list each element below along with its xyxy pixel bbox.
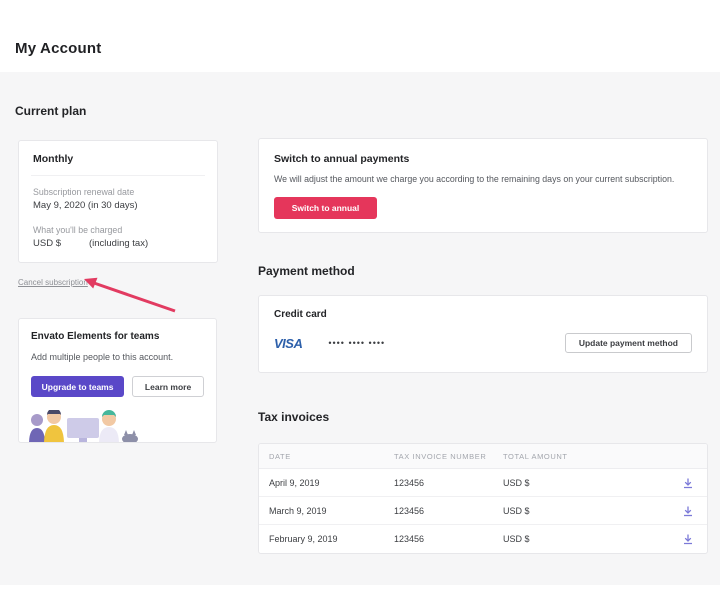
learn-more-button[interactable]: Learn more bbox=[132, 376, 204, 397]
teams-card-description: Add multiple people to this account. bbox=[31, 352, 204, 362]
invoice-amount: USD $ bbox=[503, 534, 673, 544]
visa-logo: VISA bbox=[274, 336, 302, 351]
credit-card-label: Credit card bbox=[274, 309, 692, 320]
payment-method-card: Credit card VISA •••• •••• •••• Update p… bbox=[258, 295, 708, 373]
invoice-number: 123456 bbox=[394, 478, 503, 488]
table-row: March 9, 2019 123456 USD $ bbox=[259, 497, 707, 525]
download-icon[interactable] bbox=[682, 477, 694, 489]
switch-annual-title: Switch to annual payments bbox=[274, 153, 692, 165]
teams-card: Envato Elements for teams Add multiple p… bbox=[18, 318, 217, 443]
tax-invoices-table: DATE TAX INVOICE NUMBER TOTAL AMOUNT Apr… bbox=[258, 443, 708, 554]
switch-annual-card: Switch to annual payments We will adjust… bbox=[258, 138, 708, 233]
download-icon[interactable] bbox=[682, 533, 694, 545]
cancel-subscription-link[interactable]: Cancel subscription bbox=[18, 278, 88, 287]
download-icon[interactable] bbox=[682, 505, 694, 517]
invoice-date: March 9, 2019 bbox=[259, 506, 394, 516]
current-plan-card: Monthly Subscription renewal date May 9,… bbox=[18, 140, 218, 263]
teams-illustration bbox=[27, 410, 147, 443]
invoice-amount: USD $ bbox=[503, 478, 673, 488]
table-row: April 9, 2019 123456 USD $ bbox=[259, 469, 707, 497]
current-plan-heading: Current plan bbox=[15, 104, 86, 118]
column-header-invoice-number: TAX INVOICE NUMBER bbox=[394, 452, 503, 461]
table-header-row: DATE TAX INVOICE NUMBER TOTAL AMOUNT bbox=[259, 444, 707, 469]
switch-to-annual-button[interactable]: Switch to annual bbox=[274, 197, 377, 219]
invoice-amount: USD $ bbox=[503, 506, 673, 516]
renewal-date-value: May 9, 2020 (in 30 days) bbox=[33, 200, 203, 211]
charge-tax-note: (including tax) bbox=[89, 238, 148, 249]
invoice-number: 123456 bbox=[394, 506, 503, 516]
charge-currency: USD $ bbox=[33, 238, 61, 249]
divider bbox=[31, 175, 205, 176]
tax-invoices-heading: Tax invoices bbox=[258, 410, 329, 424]
table-row: February 9, 2019 123456 USD $ bbox=[259, 525, 707, 553]
invoice-date: April 9, 2019 bbox=[259, 478, 394, 488]
plan-name: Monthly bbox=[33, 153, 203, 165]
masked-card-number: •••• •••• •••• bbox=[328, 338, 385, 348]
teams-card-title: Envato Elements for teams bbox=[31, 331, 204, 342]
upgrade-to-teams-button[interactable]: Upgrade to teams bbox=[31, 376, 124, 397]
charge-label: What you'll be charged bbox=[33, 225, 203, 235]
invoice-date: February 9, 2019 bbox=[259, 534, 394, 544]
switch-annual-description: We will adjust the amount we charge you … bbox=[274, 174, 692, 184]
column-header-amount: TOTAL AMOUNT bbox=[503, 452, 673, 461]
my-account-page: My Account Current plan Monthly Subscrip… bbox=[0, 0, 720, 594]
payment-method-heading: Payment method bbox=[258, 264, 355, 278]
page-title: My Account bbox=[15, 40, 101, 57]
update-payment-method-button[interactable]: Update payment method bbox=[565, 333, 692, 353]
column-header-date: DATE bbox=[259, 452, 394, 461]
invoice-number: 123456 bbox=[394, 534, 503, 544]
renewal-date-label: Subscription renewal date bbox=[33, 187, 203, 197]
